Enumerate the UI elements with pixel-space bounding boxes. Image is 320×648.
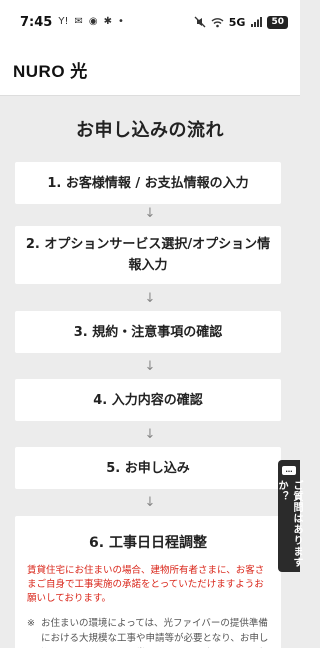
arrow-down-icon: ↓	[144, 291, 156, 306]
mail-icon: ✉	[74, 16, 83, 27]
status-bar: 7:45 Y! ✉ ◉ ✱ • 5G 50	[0, 0, 300, 44]
yahoo-icon: Y!	[58, 16, 69, 27]
flow-step-2: 2. オプションサービス選択/オプション情報入力	[15, 226, 281, 284]
main-content: お申し込みの流れ 1. お客様情報 / お支払情報の入力 ↓ 2. オプションサ…	[0, 96, 300, 648]
chat-icon: …	[282, 466, 296, 476]
faq-side-tab[interactable]: … ご質問はありますか？	[276, 460, 302, 572]
flow-step-6-title: 6. 工事日日程調整	[89, 535, 207, 551]
status-time: 7:45	[20, 14, 53, 30]
app-icon: ◉	[88, 16, 98, 27]
rental-notice: 賃貸住宅にお住まいの場合、建物所有者さまに、お客さまご自身で工事実施の承諾をとっ…	[27, 565, 265, 604]
flow-step-6: 6. 工事日日程調整 賃貸住宅にお住まいの場合、建物所有者さまに、お客さまご自身…	[15, 516, 281, 648]
status-left: 7:45 Y! ✉ ◉ ✱ •	[20, 15, 124, 30]
note-mark: ※	[27, 618, 35, 629]
more-dot-icon: •	[117, 16, 124, 27]
nuro-logo[interactable]: NURO 光	[13, 57, 88, 82]
wifi-icon	[211, 18, 224, 28]
installation-note: ※ お住まいの環境によっては、光ファイバーの提供準備における大規模な工事や申請等…	[27, 616, 269, 648]
app-header: NURO 光	[0, 44, 300, 96]
network-type: 5G	[228, 15, 246, 29]
arrow-down-icon: ↓	[144, 359, 156, 374]
page-title: お申し込みの流れ	[76, 120, 224, 141]
flow-step-5: 5. お申し込み	[15, 447, 281, 489]
mute-icon	[194, 16, 206, 28]
status-right: 5G 50	[194, 15, 288, 29]
signal-icon	[251, 17, 263, 27]
faq-side-tab-label: ご質問はありますか？	[276, 480, 302, 569]
arrow-down-icon: ↓	[144, 206, 156, 221]
notification-icon: ✱	[103, 16, 112, 27]
arrow-down-icon: ↓	[144, 427, 156, 442]
flow-step-3: 3. 規約・注意事項の確認	[15, 311, 281, 353]
flow-step-1: 1. お客様情報 / お支払情報の入力	[15, 162, 281, 204]
installation-note-text: お住まいの環境によっては、光ファイバーの提供準備における大規模な工事や申請等が必…	[41, 618, 269, 644]
battery-icon: 50	[267, 15, 288, 29]
arrow-down-icon: ↓	[144, 495, 156, 510]
flow-step-4: 4. 入力内容の確認	[15, 379, 281, 421]
